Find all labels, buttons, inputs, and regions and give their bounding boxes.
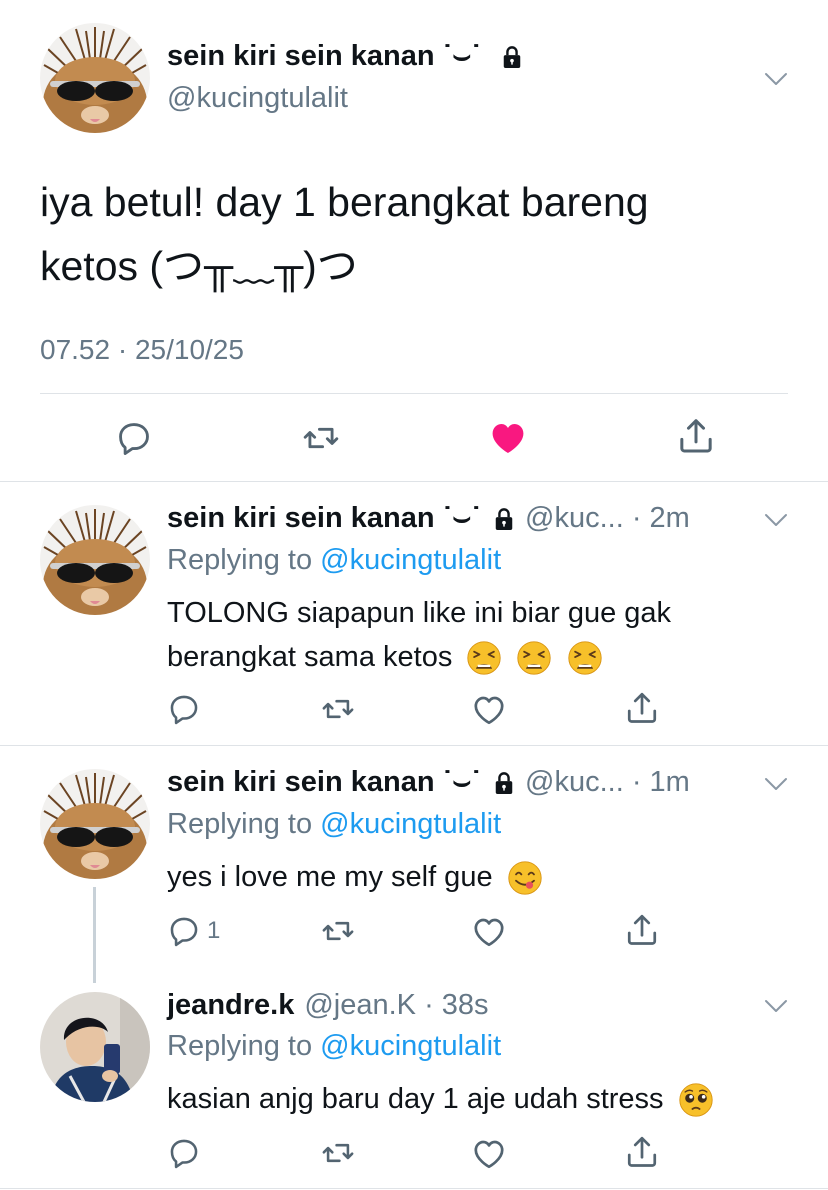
replying-to-link[interactable]: @kucingtulalit (320, 544, 501, 576)
reply-button[interactable] (167, 692, 207, 726)
replying-to: Replying to @kucingtulalit (167, 1030, 502, 1062)
chevron-down-icon[interactable] (764, 998, 788, 1014)
reply-icon (167, 692, 201, 726)
heart-icon (471, 692, 507, 728)
retweet-button[interactable] (320, 914, 356, 948)
heart-icon (487, 417, 529, 459)
share-icon (624, 912, 660, 948)
lock-icon (501, 44, 523, 70)
divider (0, 745, 828, 746)
display-name[interactable]: sein kiri sein kanan ˙⌣˙ (167, 40, 523, 73)
tired-face-icon (516, 640, 552, 676)
share-icon (624, 1134, 660, 1170)
avatar[interactable] (40, 23, 150, 133)
tired-face-icon (466, 640, 502, 676)
yum-face-icon (507, 860, 543, 896)
reply-header: sein kiri sein kanan ˙⌣˙ @kuc... · 1m (167, 766, 690, 799)
reply-icon (167, 914, 201, 948)
timestamp[interactable]: 07.52 · 25/10/25 (40, 334, 244, 366)
heart-icon (471, 914, 507, 950)
reply-text: kasian anjg baru day 1 aje udah stress (167, 1077, 767, 1121)
reply-text: yes i love me my self gue (167, 855, 767, 899)
like-button[interactable] (471, 692, 507, 728)
avatar[interactable] (40, 769, 150, 879)
reply-count: 1 (207, 917, 221, 944)
lock-icon (493, 770, 515, 796)
share-button[interactable] (676, 416, 716, 456)
reply-icon (115, 419, 153, 457)
retweet-button[interactable] (320, 1136, 356, 1170)
handle-time[interactable]: @jean.K · 38s (304, 989, 488, 1022)
like-button[interactable] (487, 417, 529, 459)
retweet-icon (301, 419, 341, 457)
avatar[interactable] (40, 992, 150, 1102)
retweet-icon (320, 692, 356, 726)
display-name[interactable]: sein kiri sein kanan ˙⌣˙ (167, 502, 481, 535)
like-button[interactable] (471, 1136, 507, 1172)
replying-to-link[interactable]: @kucingtulalit (320, 1030, 501, 1062)
reply-button[interactable] (167, 1136, 207, 1170)
reply-header: sein kiri sein kanan ˙⌣˙ @kuc... · 2m (167, 502, 690, 535)
reply-text: TOLONG siapapun like ini biar gue gak be… (167, 591, 767, 679)
handle-time[interactable]: @kuc... · 2m (525, 502, 690, 535)
reply-icon (167, 1136, 201, 1170)
chevron-down-icon[interactable] (764, 776, 788, 792)
chevron-down-icon[interactable] (764, 512, 788, 528)
pleading-face-icon (678, 1082, 714, 1118)
share-button[interactable] (624, 690, 660, 726)
avatar[interactable] (40, 505, 150, 615)
display-name[interactable]: sein kiri sein kanan ˙⌣˙ (167, 766, 481, 799)
replying-to: Replying to @kucingtulalit (167, 544, 502, 576)
divider (0, 481, 828, 482)
tweet-text: iya betul! day 1 berangkat bareng ketos … (40, 179, 649, 289)
heart-icon (471, 1136, 507, 1172)
retweet-button[interactable] (320, 692, 356, 726)
retweet-icon (320, 914, 356, 948)
replying-to-link[interactable]: @kucingtulalit (320, 808, 501, 840)
chevron-down-icon[interactable] (764, 71, 788, 87)
tired-face-icon (567, 640, 603, 676)
share-button[interactable] (624, 912, 660, 948)
handle[interactable]: @kucingtulalit (167, 82, 348, 115)
share-icon (676, 416, 716, 456)
lock-icon (493, 506, 515, 532)
divider (0, 1188, 828, 1189)
share-button[interactable] (624, 1134, 660, 1170)
display-name[interactable]: jeandre.k (167, 989, 294, 1022)
thread-connector (93, 887, 96, 983)
retweet-icon (320, 1136, 356, 1170)
divider (40, 393, 788, 394)
handle-time[interactable]: @kuc... · 1m (525, 766, 690, 799)
replying-to: Replying to @kucingtulalit (167, 808, 502, 840)
reply-button[interactable]: 1 (167, 914, 220, 948)
like-button[interactable] (471, 914, 507, 950)
reply-button[interactable] (115, 419, 153, 457)
share-icon (624, 690, 660, 726)
retweet-button[interactable] (301, 419, 341, 457)
reply-header: jeandre.k @jean.K · 38s (167, 989, 489, 1022)
